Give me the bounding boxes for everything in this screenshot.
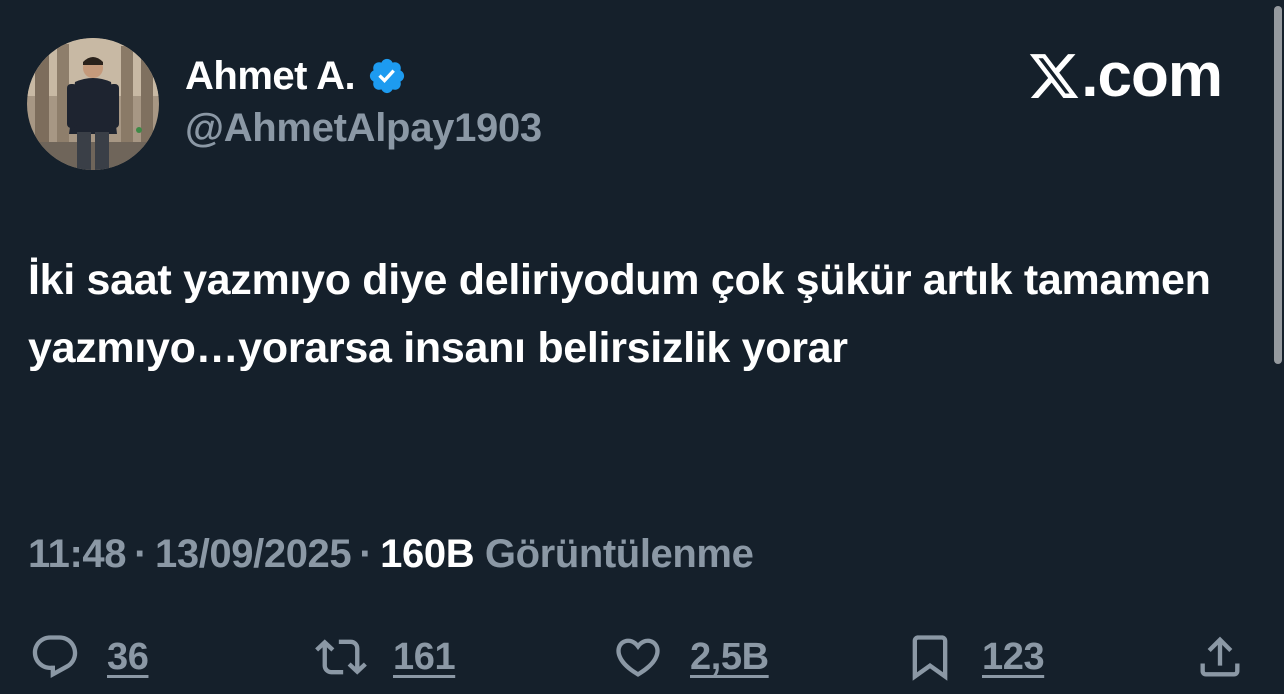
author-name-row: Ahmet A. (185, 52, 407, 100)
retweet-count[interactable]: 161 (393, 636, 456, 679)
brand-logo: .com (1027, 41, 1223, 110)
retweet-icon (315, 639, 367, 675)
bookmark-button[interactable]: 123 (904, 626, 1045, 688)
views-label: Görüntülenme (484, 532, 754, 576)
reply-icon (32, 635, 78, 679)
author-handle[interactable]: @AhmetAlpay1903 (185, 106, 542, 151)
retweet-button[interactable]: 161 (315, 626, 456, 688)
scrollbar[interactable] (1274, 6, 1282, 364)
tweet-time[interactable]: 11:48 (28, 532, 127, 576)
author-display-name[interactable]: Ahmet A. (185, 54, 356, 99)
like-button[interactable]: 2,5B (612, 626, 769, 688)
meta-separator: · (359, 532, 373, 576)
avatar[interactable] (27, 38, 159, 170)
bookmark-count[interactable]: 123 (982, 636, 1045, 679)
tweet-card: Ahmet A. @AhmetAlpay1903 .com İki saat y… (0, 0, 1284, 694)
like-count[interactable]: 2,5B (690, 636, 769, 679)
tweet-date[interactable]: 13/09/2025 (155, 532, 352, 576)
brand-domain-text: .com (1081, 41, 1223, 110)
action-bar: 36 161 2,5B 123 (0, 626, 1284, 688)
tweet-text: İki saat yazmıyo diye deliriyodum çok şü… (28, 256, 1211, 372)
reply-button[interactable]: 36 (29, 626, 149, 688)
share-icon (1200, 636, 1240, 677)
bookmark-icon (912, 635, 948, 681)
heart-icon (616, 638, 660, 677)
views-count: 160B (380, 532, 475, 576)
tweet-meta: 11:48 · 13/09/2025 · 160B Görüntülenme (28, 532, 754, 577)
x-logo-icon (1030, 54, 1079, 98)
avatar-image (27, 38, 159, 170)
reply-count[interactable]: 36 (107, 636, 149, 679)
meta-separator: · (134, 532, 148, 576)
share-button[interactable] (1194, 626, 1246, 688)
verified-badge-icon (367, 56, 407, 96)
